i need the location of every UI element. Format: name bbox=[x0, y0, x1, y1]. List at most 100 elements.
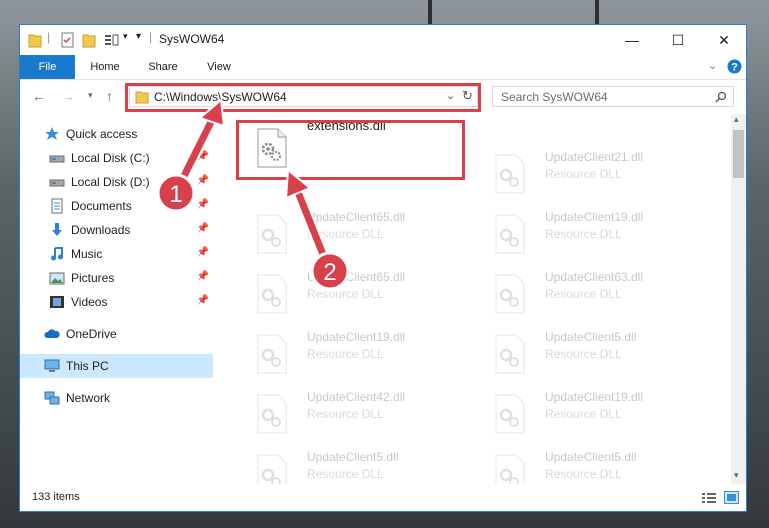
forward-arrow-icon[interactable]: → bbox=[61, 88, 75, 104]
file-type: Resource DLL bbox=[545, 287, 622, 301]
pin-icon[interactable]: 📌 bbox=[197, 175, 209, 186]
file-type: Resource DLL bbox=[545, 407, 622, 421]
tab-share[interactable]: Share bbox=[138, 55, 188, 79]
file-name: UpdateClient21.dll bbox=[545, 150, 644, 164]
computer-icon bbox=[44, 358, 60, 374]
file-type: Resource DLL bbox=[307, 347, 384, 361]
tab-file[interactable]: File bbox=[20, 55, 75, 79]
star-icon bbox=[44, 126, 60, 142]
network-icon bbox=[44, 390, 60, 406]
minimize-button[interactable]: — bbox=[609, 25, 655, 55]
sidebar-item-documents[interactable]: Documents 📌 bbox=[20, 194, 213, 218]
file-type: Resource DLL bbox=[545, 467, 622, 481]
properties-icon[interactable] bbox=[60, 32, 76, 48]
dll-file-icon bbox=[257, 334, 287, 374]
dll-file-icon bbox=[495, 454, 525, 484]
dropdown-chevron-icon[interactable]: ▾ bbox=[123, 31, 128, 47]
sidebar-item-label: Documents bbox=[71, 199, 132, 213]
drive-icon bbox=[49, 174, 65, 190]
pin-icon[interactable]: 📌 bbox=[197, 295, 209, 306]
details-view-icon[interactable] bbox=[701, 492, 717, 504]
pin-icon[interactable]: 📌 bbox=[197, 223, 209, 234]
back-arrow-icon[interactable]: ← bbox=[32, 88, 46, 104]
sidebar-item-label: This PC bbox=[66, 359, 109, 373]
large-icons-view-icon[interactable] bbox=[724, 491, 739, 505]
file-tile[interactable]: UpdateClient19.dll Resource DLL bbox=[478, 386, 708, 442]
file-name: UpdateClient19.dll bbox=[545, 210, 644, 224]
highlight-address-bar bbox=[125, 83, 481, 112]
file-type: Resource DLL bbox=[307, 407, 384, 421]
sidebar-item-music[interactable]: Music 📌 bbox=[20, 242, 213, 266]
sidebar-item-network[interactable]: Network bbox=[20, 386, 213, 410]
window-title: SysWOW64 bbox=[159, 32, 225, 46]
sidebar-item-quick-access[interactable]: Quick access bbox=[20, 122, 213, 146]
tab-view[interactable]: View bbox=[194, 55, 244, 79]
sidebar-item-pictures[interactable]: Pictures 📌 bbox=[20, 266, 213, 290]
file-type: Resource DLL bbox=[545, 347, 622, 361]
tab-home[interactable]: Home bbox=[80, 55, 130, 79]
title-separator: | bbox=[47, 30, 51, 44]
ribbon-tabs: File Home Share View ⌄ ? bbox=[20, 55, 746, 79]
recent-locations-icon[interactable]: ▾ bbox=[88, 90, 93, 101]
sidebar-item-label: OneDrive bbox=[66, 327, 117, 341]
dll-file-icon bbox=[257, 394, 287, 434]
new-folder-icon[interactable] bbox=[82, 32, 96, 48]
dll-file-icon bbox=[257, 214, 287, 254]
sidebar-item-local-disk-d[interactable]: Local Disk (D:) 📌 bbox=[20, 170, 213, 194]
sidebar-item-onedrive[interactable]: OneDrive bbox=[20, 322, 213, 346]
help-icon[interactable]: ? bbox=[727, 59, 742, 74]
sidebar-item-downloads[interactable]: Downloads 📌 bbox=[20, 218, 213, 242]
file-name: UpdateClient5.dll bbox=[545, 450, 637, 464]
vertical-scrollbar[interactable]: ▴ ▾ bbox=[731, 114, 746, 484]
maximize-button[interactable]: ☐ bbox=[655, 25, 701, 55]
file-name: UpdateClient63.dll bbox=[545, 270, 644, 284]
navigation-pane: Quick access Local Disk (C:) 📌 Local Dis… bbox=[20, 114, 213, 484]
file-tile[interactable]: UpdateClient5.dll Resource DLL bbox=[478, 446, 708, 484]
item-count: 133 items bbox=[32, 491, 80, 503]
expand-ribbon-icon[interactable]: ⌄ bbox=[708, 59, 717, 72]
dll-file-icon bbox=[495, 334, 525, 374]
search-input[interactable]: Search SysWOW64 bbox=[492, 86, 734, 107]
dll-file-icon bbox=[495, 214, 525, 254]
close-button[interactable]: ✕ bbox=[701, 25, 746, 55]
file-tile[interactable]: UpdateClient21.dll Resource DLL bbox=[478, 146, 708, 202]
file-name: UpdateClient19.dll bbox=[307, 330, 406, 344]
file-tile[interactable]: UpdateClient5.dll Resource DLL bbox=[240, 446, 470, 484]
file-tile[interactable]: UpdateClient19.dll Resource DLL bbox=[240, 326, 470, 382]
file-type: Resource DLL bbox=[545, 227, 622, 241]
scroll-up-icon[interactable]: ▴ bbox=[734, 114, 739, 125]
sidebar-item-this-pc[interactable]: This PC bbox=[20, 354, 213, 378]
up-arrow-icon[interactable]: ↑ bbox=[106, 88, 113, 104]
customize-toolbar-icon[interactable] bbox=[104, 32, 120, 48]
file-tile[interactable]: UpdateClient5.dll Resource DLL bbox=[478, 326, 708, 382]
highlight-extensions-file bbox=[236, 120, 465, 180]
file-name: UpdateClient5.dll bbox=[545, 330, 637, 344]
file-type: Resource DLL bbox=[307, 227, 384, 241]
pictures-icon bbox=[49, 270, 65, 286]
pin-icon[interactable]: 📌 bbox=[197, 271, 209, 282]
file-tile[interactable]: UpdateClient65.dll Resource DLL bbox=[240, 206, 470, 262]
pin-icon[interactable]: 📌 bbox=[197, 199, 209, 210]
cloud-icon bbox=[44, 326, 60, 342]
status-bar: 133 items bbox=[20, 484, 746, 511]
file-tile[interactable]: UpdateClient42.dll Resource DLL bbox=[240, 386, 470, 442]
file-tile[interactable]: UpdateClient65.dll Resource DLL bbox=[240, 266, 470, 322]
file-tile[interactable]: UpdateClient19.dll Resource DLL bbox=[478, 206, 708, 262]
title-separator: | bbox=[149, 30, 153, 44]
dll-file-icon bbox=[257, 274, 287, 314]
svg-text:?: ? bbox=[731, 62, 738, 74]
search-placeholder: Search SysWOW64 bbox=[501, 90, 608, 104]
sidebar-item-label: Quick access bbox=[66, 127, 138, 141]
file-name: UpdateClient65.dll bbox=[307, 210, 406, 224]
scroll-thumb[interactable] bbox=[733, 130, 744, 178]
quick-access-menu-icon[interactable]: ▾ bbox=[136, 31, 141, 47]
sidebar-item-local-disk-c[interactable]: Local Disk (C:) 📌 bbox=[20, 146, 213, 170]
sidebar-item-videos[interactable]: Videos 📌 bbox=[20, 290, 213, 314]
sidebar-item-label: Downloads bbox=[71, 223, 131, 237]
file-tile[interactable]: UpdateClient63.dll Resource DLL bbox=[478, 266, 708, 322]
scroll-down-icon[interactable]: ▾ bbox=[734, 470, 739, 481]
dll-file-icon bbox=[257, 454, 287, 484]
pin-icon[interactable]: 📌 bbox=[197, 151, 209, 162]
pin-icon[interactable]: 📌 bbox=[197, 247, 209, 258]
search-icon[interactable] bbox=[715, 91, 727, 103]
